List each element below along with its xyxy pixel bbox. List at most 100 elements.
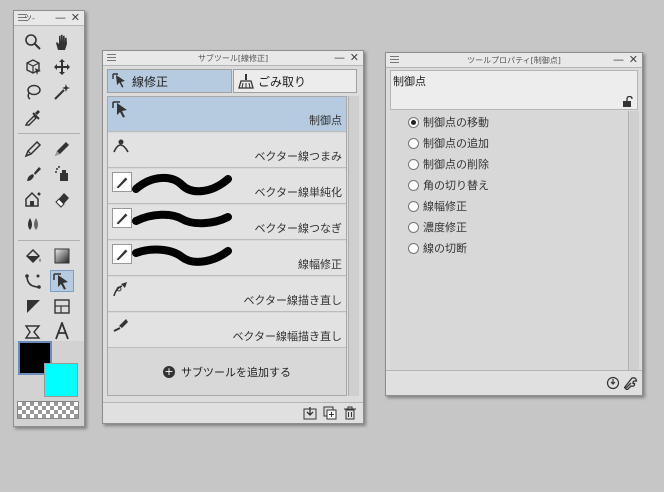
option-delete-control-point[interactable]: 制御点の削除 — [408, 155, 489, 173]
subtool-item-vector-connect[interactable]: ベクター線つなぎ — [108, 205, 346, 240]
add-subtool-label: サブツールを追加する — [181, 366, 291, 379]
eyedropper-icon[interactable] — [21, 106, 45, 128]
tab-line-correction[interactable]: 線修正 — [107, 69, 232, 93]
sub-color-swatch[interactable] — [44, 363, 78, 397]
move-icon[interactable] — [50, 56, 74, 78]
option-move-control-point[interactable]: 制御点の移動 — [408, 113, 489, 131]
minimize-button[interactable]: — — [613, 53, 624, 66]
airbrush-icon[interactable] — [50, 163, 74, 185]
option-label: 制御点の移動 — [423, 116, 489, 129]
zoom-icon[interactable] — [21, 31, 45, 53]
brush-stroke-preview — [132, 210, 232, 228]
blend-icon[interactable] — [21, 213, 45, 235]
divider — [18, 240, 80, 241]
subtool-label: ベクター線つまみ — [254, 150, 342, 163]
eraser-icon[interactable] — [50, 188, 74, 210]
option-add-control-point[interactable]: 制御点の追加 — [408, 134, 489, 152]
divider — [18, 133, 80, 134]
subtool-list: 制御点 ベクター線つまみ ベクター線単純化 ベクター線つなぎ 線幅修正 ベクター… — [107, 96, 347, 396]
option-label: 角の切り替え — [423, 179, 489, 192]
unlock-icon[interactable] — [622, 96, 633, 107]
tool-palette-titlebar[interactable]: ツ- — ✕ — [14, 11, 84, 26]
figure-icon[interactable] — [21, 270, 45, 292]
radio-button[interactable] — [408, 116, 419, 128]
duplicate-icon[interactable] — [323, 406, 337, 420]
minimize-button[interactable]: — — [334, 51, 345, 64]
gradient-icon[interactable] — [50, 245, 74, 267]
option-line-width[interactable]: 線幅修正 — [408, 197, 467, 215]
tab-dust-removal[interactable]: ごみ取り — [233, 69, 357, 93]
subtool-bottom-bar — [103, 402, 363, 423]
option-label: 濃度修正 — [423, 221, 467, 234]
lasso-icon[interactable] — [21, 81, 45, 103]
pinch-icon — [113, 139, 129, 153]
subtool-group-tabs: 線修正 ごみ取り — [107, 69, 357, 95]
close-button[interactable]: ✕ — [350, 51, 359, 64]
correct-line-icon[interactable] — [50, 270, 74, 292]
import-icon[interactable] — [303, 406, 317, 420]
subtool-item-vector-width-redraw[interactable]: ベクター線幅描き直し — [108, 313, 346, 348]
subtool-title: サブツール[線修正] — [197, 54, 269, 63]
radio-button[interactable] — [408, 242, 419, 254]
subtool-item-control-point[interactable]: 制御点 — [108, 97, 346, 132]
subtool-label: 制御点 — [309, 114, 342, 127]
subtool-label: ベクター線つなぎ — [254, 222, 342, 235]
panel-icon[interactable] — [50, 295, 74, 317]
radio-button[interactable] — [408, 200, 419, 212]
plus-icon: + — [163, 365, 175, 378]
hand-icon[interactable] — [50, 31, 74, 53]
close-button[interactable]: ✕ — [629, 53, 638, 66]
subtool-label: ベクター線描き直し — [243, 294, 342, 307]
close-button[interactable]: ✕ — [71, 11, 80, 24]
radio-button[interactable] — [408, 179, 419, 191]
option-label: 制御点の追加 — [423, 137, 489, 150]
cursor-icon — [112, 101, 127, 118]
magic-wand-icon[interactable] — [50, 81, 74, 103]
broom-icon — [238, 74, 254, 89]
pencil-icon[interactable] — [50, 138, 74, 160]
trash-icon[interactable] — [343, 406, 357, 420]
subtool-label: 線幅修正 — [298, 258, 342, 271]
brush-thumbnail — [112, 208, 132, 228]
text-icon[interactable] — [50, 320, 74, 342]
subtool-scrollbar[interactable] — [348, 96, 359, 396]
redraw-width-icon — [113, 319, 128, 332]
option-cut-line[interactable]: 線の切断 — [408, 239, 467, 257]
wrench-icon[interactable] — [624, 376, 638, 390]
option-label: 制御点の削除 — [423, 158, 489, 171]
radio-button[interactable] — [408, 158, 419, 170]
correct-line-icon — [112, 73, 125, 88]
balloon-icon[interactable] — [21, 320, 45, 342]
reset-icon[interactable] — [606, 376, 620, 390]
object-icon[interactable] — [21, 56, 45, 78]
tab-label: ごみ取り — [258, 74, 307, 89]
tool-name-header: 制御点 — [390, 70, 638, 110]
subtool-item-vector-pinch[interactable]: ベクター線つまみ — [108, 133, 346, 168]
tool-property-scrollbar[interactable] — [628, 111, 639, 371]
fill-icon[interactable] — [21, 245, 45, 267]
option-label: 線幅修正 — [423, 200, 467, 213]
transparent-color-swatch[interactable] — [17, 401, 79, 419]
option-switch-corner[interactable]: 角の切り替え — [408, 176, 489, 194]
subtool-titlebar[interactable]: サブツール[線修正] — ✕ — [103, 51, 363, 66]
brush-stroke-preview — [132, 174, 232, 196]
subtool-item-vector-redraw[interactable]: ベクター線描き直し — [108, 277, 346, 312]
tool-property-titlebar[interactable]: ツールプロパティ[制御点] — ✕ — [386, 53, 642, 68]
subtool-label: ベクター線単純化 — [254, 186, 342, 199]
subtool-item-line-width[interactable]: 線幅修正 — [108, 241, 346, 276]
add-subtool-button[interactable]: + サブツールを追加する — [108, 352, 346, 392]
pen-icon[interactable] — [21, 138, 45, 160]
brush-icon[interactable] — [21, 163, 45, 185]
subtool-panel: サブツール[線修正] — ✕ 線修正 ごみ取り 制御点 ベクター線つまみ ベクタ… — [102, 50, 364, 424]
radio-button[interactable] — [408, 137, 419, 149]
tab-label: 線修正 — [132, 74, 169, 89]
tool-name: 制御点 — [393, 75, 426, 88]
tool-property-bottom-bar — [386, 370, 642, 395]
radio-button[interactable] — [408, 221, 419, 233]
brush-stroke-preview — [132, 245, 232, 266]
subtool-item-vector-simplify[interactable]: ベクター線単純化 — [108, 169, 346, 204]
frame-icon[interactable] — [21, 295, 45, 317]
option-opacity[interactable]: 濃度修正 — [408, 218, 467, 236]
minimize-button[interactable]: — — [55, 11, 66, 24]
decoration-icon[interactable] — [21, 188, 45, 210]
